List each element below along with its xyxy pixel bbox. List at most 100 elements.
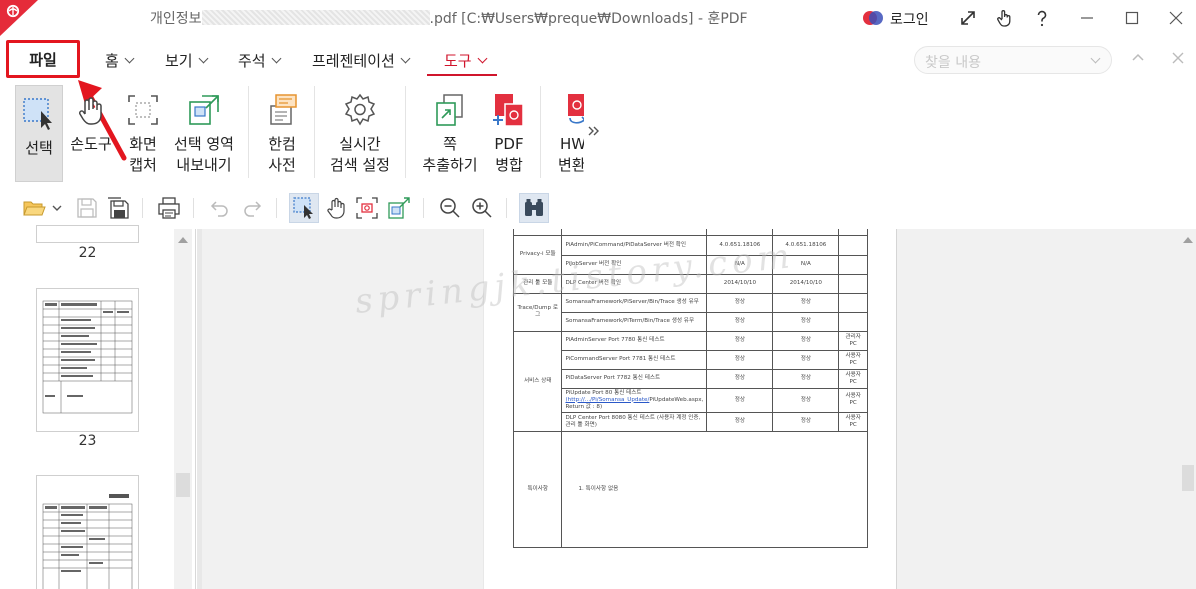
- hancom-dictionary-button[interactable]: 한컴 사전: [258, 82, 306, 182]
- table-cell: 정상: [772, 411, 840, 432]
- table-cell: 정상: [706, 311, 774, 332]
- tab-view[interactable]: 보기: [165, 50, 209, 71]
- table-row: 서비스 상태 PiAdminServer Port 7780 통신 테스트 정상…: [512, 330, 868, 432]
- thumbnail-preview: [42, 300, 133, 414]
- table-row: PiJobServer 버전 확인 N/A N/A: [514, 254, 868, 275]
- help-icon[interactable]: [1032, 8, 1052, 28]
- maximize-icon[interactable]: [1122, 8, 1142, 28]
- table-cell: 정상: [706, 387, 774, 413]
- pdf-merge-button[interactable]: PDF 병합: [486, 82, 532, 182]
- table-cell: 관리 툴 모듈: [512, 273, 563, 294]
- thumbnail-preview: [42, 494, 133, 589]
- ribbon-more-icon[interactable]: [587, 124, 601, 138]
- page-thumbnail[interactable]: [36, 288, 139, 432]
- realtime-search-settings-button[interactable]: 실시간 검색 설정: [325, 82, 395, 182]
- page-thumbnail[interactable]: [36, 475, 139, 589]
- page-thumbnails-panel: 22 23: [0, 225, 196, 589]
- table-cell: 사용자 PC: [838, 349, 868, 370]
- table-cell: PiAdmin/PiCommand/PiDataServer 버전 확인: [561, 234, 708, 256]
- redo-icon[interactable]: [240, 196, 264, 220]
- quick-toolbar: [0, 188, 1196, 228]
- chevron-down-icon[interactable]: [50, 196, 64, 220]
- tab-annotation[interactable]: 주석: [238, 50, 282, 71]
- print-icon[interactable]: [157, 196, 181, 220]
- scroll-up-icon[interactable]: [178, 237, 188, 243]
- snapshot-icon[interactable]: [355, 196, 379, 220]
- viewer-margin: [202, 229, 483, 589]
- thumbnail-scrollbar[interactable]: [174, 229, 192, 589]
- table-cell: SomansaFramework/PiServer/Bin/Trace 생성 유…: [561, 292, 708, 313]
- table-cell: 정상: [772, 311, 840, 332]
- table-row: PiUpdate Port 80 통신 테스트 (http://.../Pi/S…: [514, 387, 868, 413]
- table-cell: N/A: [772, 254, 840, 275]
- extract-page-button[interactable]: 쪽 추출하기: [418, 82, 482, 182]
- hand-icon: [79, 97, 102, 125]
- table-row: DLP Center Port 8080 통신 테스트 (사용자 계정 인증, …: [514, 411, 868, 432]
- hand-icon[interactable]: [324, 196, 348, 220]
- table-cell: 사용자 PC: [838, 411, 868, 432]
- open-folder-icon[interactable]: [22, 196, 46, 220]
- login-button[interactable]: 로그인: [890, 9, 929, 29]
- document-scrollbar[interactable]: [1180, 229, 1196, 589]
- hand-tool-button[interactable]: 손도구: [67, 82, 115, 182]
- table-cell: DLP Center 버전 확인: [561, 273, 708, 294]
- table-cell: 정상: [772, 387, 840, 413]
- zoom-in-icon[interactable]: [470, 196, 494, 220]
- scroll-up-icon[interactable]: [1183, 237, 1193, 243]
- user-avatar-icon[interactable]: [862, 9, 884, 27]
- export-selection-icon[interactable]: [387, 196, 411, 220]
- tab-tools[interactable]: 도구: [444, 50, 488, 71]
- table-row: 관리 툴 모듈 DLP Center 버전 확인 2014/10/10 2014…: [512, 273, 868, 294]
- table-cell: [838, 292, 868, 313]
- file-tab[interactable]: 파일: [6, 40, 80, 78]
- table-cell: 서비스 상태: [512, 330, 563, 432]
- app-logo-icon: [0, 0, 38, 36]
- tab-presentation[interactable]: 프레젠테이션: [312, 50, 411, 71]
- table-cell: 사용자 PC: [838, 368, 868, 389]
- zoom-out-icon[interactable]: [438, 196, 462, 220]
- table-cell: N/A: [706, 254, 774, 275]
- table-cell: 특이사항: [512, 430, 563, 548]
- table-cell: PiJobServer 버전 확인: [561, 254, 708, 275]
- close-search-icon[interactable]: [1170, 50, 1186, 66]
- undo-icon[interactable]: [208, 196, 232, 220]
- screen-capture-button[interactable]: 화면 캡처: [120, 82, 166, 182]
- table-cell: Trace/Dump 로그: [512, 292, 563, 332]
- screen-capture-icon: [128, 95, 158, 125]
- select-tool-button[interactable]: 선택: [15, 85, 63, 182]
- scrollbar-thumb[interactable]: [176, 473, 190, 497]
- redacted-filename: [201, 10, 430, 25]
- table-cell: 정상: [706, 368, 774, 389]
- extract-page-icon: [436, 94, 463, 126]
- table-cell: [838, 311, 868, 332]
- table-cell: 정상: [772, 330, 840, 351]
- tab-home[interactable]: 홈: [105, 50, 135, 71]
- table-cell: PiUpdate Port 80 통신 테스트 (http://.../Pi/S…: [561, 387, 708, 413]
- chevron-down-icon: [198, 53, 209, 64]
- update-url-link[interactable]: (http://.../Pi/Somansa_Update/: [565, 397, 649, 403]
- search-input[interactable]: 찾을 내용: [914, 46, 1112, 74]
- save-icon[interactable]: [75, 196, 99, 220]
- page-number: 22: [78, 245, 97, 261]
- toolbar-separator: [142, 198, 143, 218]
- scrollbar-thumb[interactable]: [1182, 465, 1194, 491]
- chevron-down-icon: [477, 53, 488, 64]
- minimize-icon[interactable]: [1077, 8, 1097, 28]
- page-thumbnail[interactable]: [36, 225, 139, 243]
- hwp-convert-button[interactable]: HW 변환: [552, 82, 584, 182]
- chevron-down-icon: [271, 53, 282, 64]
- viewer-margin: [897, 229, 1196, 589]
- chevron-up-icon[interactable]: [1130, 50, 1146, 66]
- table-cell: 4.0.651.18106: [706, 234, 774, 256]
- pdf-page[interactable]: Privacy-i 모듈 PiAdmin/PiCommand/PiDataSer…: [353, 229, 896, 589]
- table-cell: DLP Center Port 8080 통신 테스트 (사용자 계정 인증, …: [561, 411, 708, 432]
- table-cell: 정상: [772, 368, 840, 389]
- export-selection-button[interactable]: 선택 영역 내보내기: [170, 82, 238, 182]
- save-all-icon[interactable]: [106, 196, 130, 220]
- title-bar: 개인정보 .pdf [C:₩Users₩preque₩Downloads] - 훈…: [0, 0, 1196, 36]
- fullscreen-icon[interactable]: [958, 8, 978, 28]
- table-cell: [838, 254, 868, 275]
- table-cell: 관리자 PC: [838, 330, 868, 351]
- close-icon[interactable]: [1166, 8, 1186, 28]
- hand-touch-icon[interactable]: [995, 8, 1015, 28]
